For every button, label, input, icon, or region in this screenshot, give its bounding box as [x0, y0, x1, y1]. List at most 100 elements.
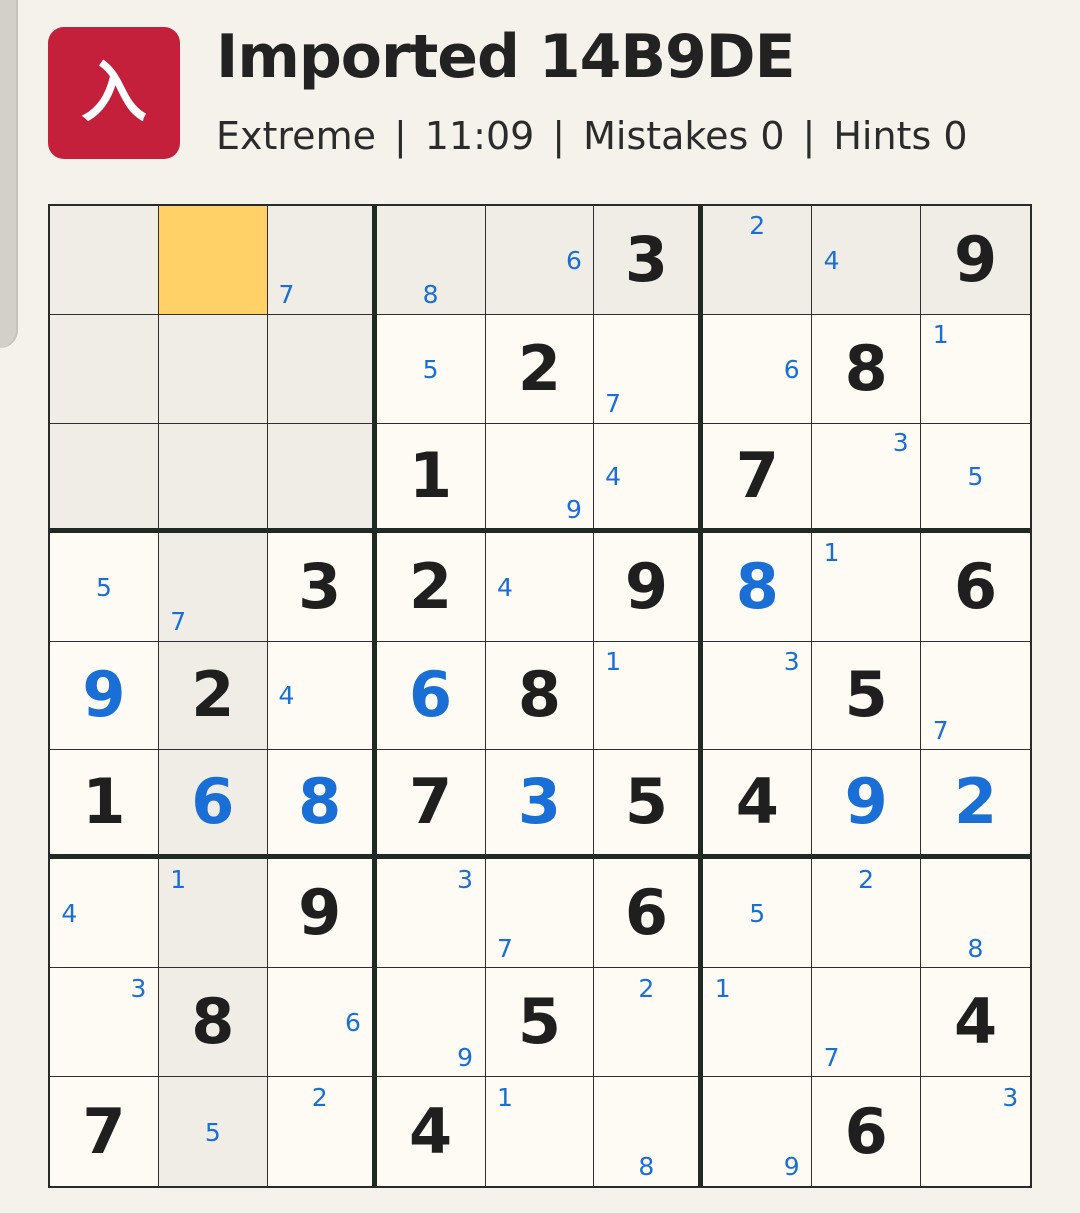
- cell-r2c7[interactable]: 6: [703, 314, 813, 424]
- given-digit: 9: [953, 222, 998, 296]
- given-digit: 7: [409, 765, 453, 839]
- sudoku-board: 7863249527681194735573249816924681357168…: [48, 204, 1032, 1188]
- cell-r1c6[interactable]: 3: [594, 206, 704, 315]
- cell-r2c3[interactable]: [267, 314, 377, 424]
- cell-r1c4[interactable]: 8: [376, 206, 486, 315]
- cell-r1c9[interactable]: 9: [921, 206, 1030, 315]
- cell-r1c8[interactable]: 4: [812, 206, 922, 315]
- cell-r9c4[interactable]: 4: [376, 1077, 486, 1186]
- cell-r2c1[interactable]: [50, 314, 159, 424]
- pencil-note: 7: [170, 607, 187, 637]
- cell-r8c6[interactable]: 2: [594, 968, 704, 1078]
- cell-r3c4[interactable]: 1: [376, 423, 486, 533]
- cell-r7c6[interactable]: 6: [594, 859, 704, 969]
- given-digit: 7: [735, 438, 779, 512]
- cell-r7c4[interactable]: 3: [376, 859, 486, 969]
- cell-r5c4[interactable]: 6: [376, 641, 486, 751]
- user-digit: 2: [953, 765, 998, 839]
- cell-r5c8[interactable]: 5: [812, 641, 922, 751]
- cell-r2c6[interactable]: 7: [594, 314, 704, 424]
- cell-r6c9[interactable]: 2: [921, 750, 1030, 860]
- cell-r4c1[interactable]: 5: [50, 532, 159, 642]
- pencil-note: 5: [749, 899, 766, 929]
- cell-r8c3[interactable]: 6: [267, 968, 377, 1078]
- cell-r8c5[interactable]: 5: [485, 968, 595, 1078]
- pencil-note: 6: [344, 1008, 361, 1038]
- cell-r8c1[interactable]: 3: [50, 968, 159, 1078]
- cell-r9c7[interactable]: 9: [703, 1077, 813, 1186]
- given-digit: 6: [624, 876, 668, 950]
- cell-r3c5[interactable]: 9: [485, 423, 595, 533]
- cell-r3c1[interactable]: [50, 423, 159, 533]
- side-panel-handle[interactable]: [0, 0, 18, 348]
- cell-r8c8[interactable]: 7: [812, 968, 922, 1078]
- cell-r3c6[interactable]: 4: [594, 423, 704, 533]
- cell-r6c4[interactable]: 7: [376, 750, 486, 860]
- cell-r8c9[interactable]: 4: [921, 968, 1030, 1078]
- cell-r7c8[interactable]: 2: [812, 859, 922, 969]
- cell-r6c5[interactable]: 3: [485, 750, 595, 860]
- cell-r8c4[interactable]: 9: [376, 968, 486, 1078]
- cell-r2c9[interactable]: 1: [921, 314, 1030, 424]
- cell-r7c7[interactable]: 5: [703, 859, 813, 969]
- cell-r5c3[interactable]: 4: [267, 641, 377, 751]
- cell-r6c8[interactable]: 9: [812, 750, 922, 860]
- cell-r9c1[interactable]: 7: [50, 1077, 159, 1186]
- cell-r4c4[interactable]: 2: [376, 532, 486, 642]
- pencil-note: 4: [61, 899, 78, 929]
- cell-r9c9[interactable]: 3: [921, 1077, 1030, 1186]
- pencil-note: 5: [95, 572, 112, 602]
- cell-r1c7[interactable]: 2: [703, 206, 813, 315]
- cell-r5c5[interactable]: 8: [485, 641, 595, 751]
- cell-r4c6[interactable]: 9: [594, 532, 704, 642]
- cell-r7c3[interactable]: 9: [267, 859, 377, 969]
- cell-r1c3[interactable]: 7: [267, 206, 377, 315]
- cell-r1c5[interactable]: 6: [485, 206, 595, 315]
- cell-r4c3[interactable]: 3: [267, 532, 377, 642]
- cell-r5c7[interactable]: 3: [703, 641, 813, 751]
- given-digit: 8: [517, 658, 562, 732]
- cell-r2c4[interactable]: 5: [376, 314, 486, 424]
- cell-r3c2[interactable]: [158, 423, 268, 533]
- pencil-note: 8: [638, 1152, 655, 1182]
- cell-r4c8[interactable]: 1: [812, 532, 922, 642]
- cell-r3c7[interactable]: 7: [703, 423, 813, 533]
- cell-r7c2[interactable]: 1: [158, 859, 268, 969]
- cell-r9c8[interactable]: 6: [812, 1077, 922, 1186]
- user-digit: 8: [298, 765, 342, 839]
- cell-r4c7[interactable]: 8: [703, 532, 813, 642]
- cell-r6c3[interactable]: 8: [267, 750, 377, 860]
- cell-r7c5[interactable]: 7: [485, 859, 595, 969]
- cell-r4c2[interactable]: 7: [158, 532, 268, 642]
- cell-r6c6[interactable]: 5: [594, 750, 704, 860]
- cell-r1c2[interactable]: [158, 206, 268, 315]
- cell-r3c9[interactable]: 5: [921, 423, 1030, 533]
- cell-r5c2[interactable]: 2: [158, 641, 268, 751]
- cell-r5c6[interactable]: 1: [594, 641, 704, 751]
- cell-r6c1[interactable]: 1: [50, 750, 159, 860]
- cell-r8c7[interactable]: 1: [703, 968, 813, 1078]
- cell-r9c5[interactable]: 1: [485, 1077, 595, 1186]
- cell-r3c3[interactable]: [267, 423, 377, 533]
- cell-r4c5[interactable]: 4: [485, 532, 595, 642]
- given-digit: 7: [82, 1094, 126, 1168]
- cell-r2c5[interactable]: 2: [485, 314, 595, 424]
- cell-r6c7[interactable]: 4: [703, 750, 813, 860]
- cell-r7c1[interactable]: 4: [50, 859, 159, 969]
- cell-r2c2[interactable]: [158, 314, 268, 424]
- cell-r8c2[interactable]: 8: [158, 968, 268, 1078]
- given-digit: 9: [624, 549, 668, 623]
- cell-r3c8[interactable]: 3: [812, 423, 922, 533]
- app-logo[interactable]: 入: [48, 27, 180, 159]
- cell-r2c8[interactable]: 8: [812, 314, 922, 424]
- cell-r4c9[interactable]: 6: [921, 532, 1030, 642]
- cell-r9c2[interactable]: 5: [158, 1077, 268, 1186]
- cell-r1c1[interactable]: [50, 206, 159, 315]
- pencil-note: 5: [967, 461, 984, 491]
- cell-r9c3[interactable]: 2: [267, 1077, 377, 1186]
- cell-r5c1[interactable]: 9: [50, 641, 159, 751]
- cell-r6c2[interactable]: 6: [158, 750, 268, 860]
- cell-r7c9[interactable]: 8: [921, 859, 1030, 969]
- cell-r9c6[interactable]: 8: [594, 1077, 704, 1186]
- cell-r5c9[interactable]: 7: [921, 641, 1030, 751]
